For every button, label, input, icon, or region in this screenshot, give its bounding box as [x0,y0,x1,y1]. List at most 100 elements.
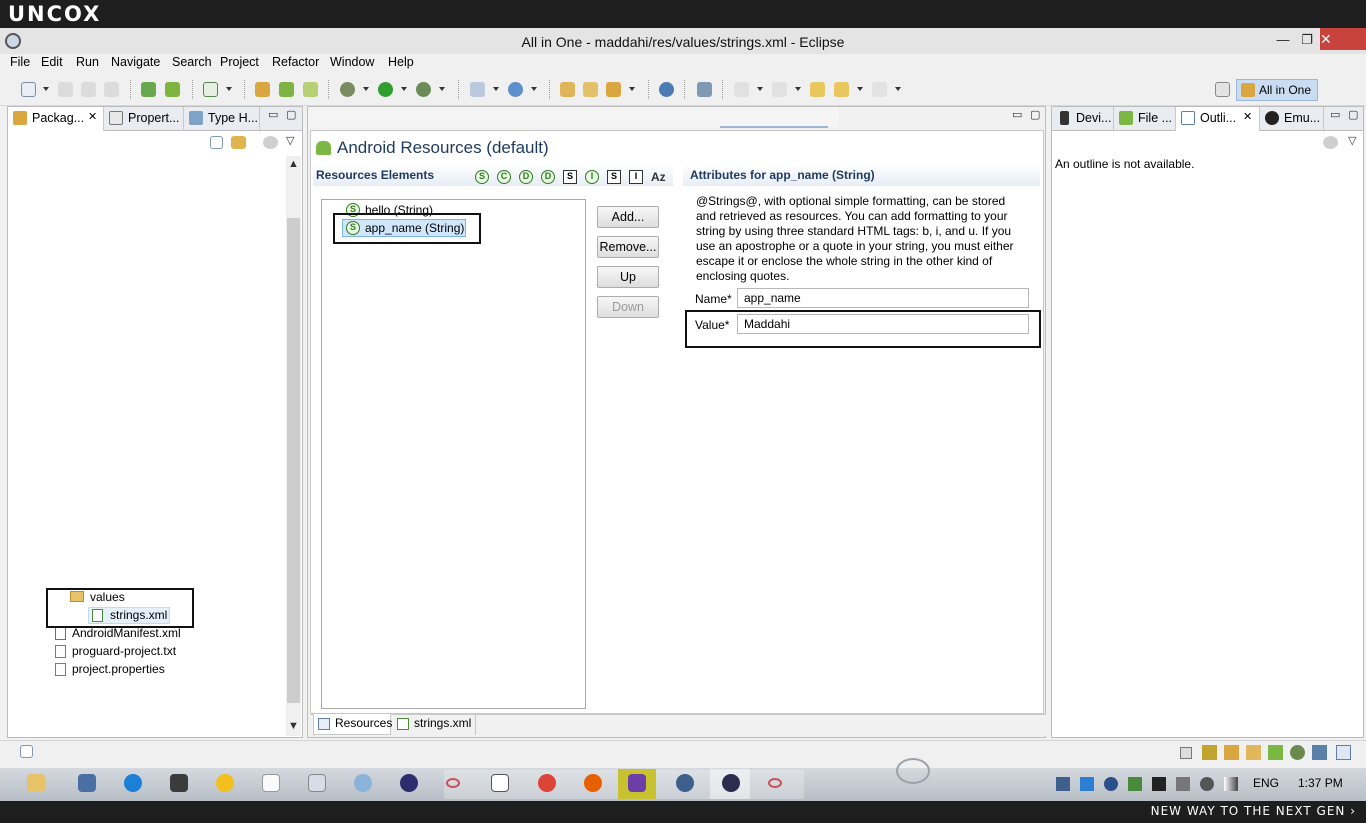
battery-icon[interactable] [1176,777,1190,791]
external-tools-icon[interactable] [416,82,431,97]
tab-properties[interactable]: Propert... [104,107,184,131]
new-android-xml-icon[interactable] [303,82,318,97]
tree-item-project-properties[interactable]: project.properties [72,662,165,676]
minimize-button[interactable]: — [1270,30,1296,50]
doc-icon[interactable] [491,774,509,792]
menu-search[interactable]: Search [172,55,212,69]
scroll-down-icon[interactable]: ▼ [288,720,299,732]
search-view-icon[interactable] [1246,745,1261,760]
virtualbox-icon[interactable] [78,774,96,792]
add-string-icon[interactable]: S [475,170,489,184]
signal-icon[interactable] [1224,777,1238,791]
app-icon[interactable] [354,774,372,792]
avd-manager-icon[interactable] [165,82,180,97]
dropdown-arrow-icon[interactable] [439,87,445,91]
dropdown-arrow-icon[interactable] [629,87,635,91]
heap-icon[interactable] [1336,745,1351,760]
maximize-view-icon[interactable]: ▢ [286,108,296,121]
menu-window[interactable]: Window [330,55,374,69]
flickr-icon[interactable] [446,778,460,788]
console-icon[interactable] [1202,745,1217,760]
media-icon[interactable] [170,774,188,792]
close-tab-icon[interactable]: ✕ [1243,110,1252,123]
collapse-all-icon[interactable] [210,136,223,149]
sort-icon[interactable]: Az [651,170,666,184]
maximize-button[interactable]: ❐ [1294,30,1320,50]
add-button[interactable]: Add... [597,206,659,228]
minimize-editor-icon[interactable]: ▭ [1012,108,1022,121]
tray-security-icon[interactable] [1152,777,1166,791]
tray-app-icon[interactable] [1128,777,1142,791]
firefox-icon[interactable] [584,774,602,792]
dropdown-arrow-icon[interactable] [363,87,369,91]
pin-editor-icon[interactable] [697,82,712,97]
link-with-editor-icon[interactable] [231,136,246,149]
language-indicator[interactable]: ENG [1253,776,1279,790]
view-menu-dots-icon[interactable] [263,136,278,149]
scroll-up-icon[interactable]: ▲ [288,158,299,170]
perspective-all-in-one[interactable]: All in One [1236,79,1318,101]
name-field[interactable]: app_name [737,288,1029,308]
tray-monitor-icon[interactable] [1056,777,1070,791]
tab-strings-xml[interactable]: strings.xml [392,714,476,735]
save-all-icon[interactable] [81,82,96,97]
menu-project[interactable]: Project [220,55,259,69]
menu-navigate[interactable]: Navigate [111,55,160,69]
ie-icon[interactable] [124,774,142,792]
tray-cloud-icon[interactable] [1080,777,1094,791]
dropdown-arrow-icon[interactable] [401,87,407,91]
view-menu-icon[interactable]: ▽ [286,134,294,147]
bluetooth-icon[interactable] [1104,777,1118,791]
checklist-icon[interactable] [203,82,218,97]
dropdown-arrow-icon[interactable] [531,87,537,91]
dropdown-arrow-icon[interactable] [795,87,801,91]
new-java-class-icon[interactable] [508,82,523,97]
tab-type-hierarchy[interactable]: Type H... [184,107,260,131]
maximize-view-icon[interactable]: ▢ [1348,108,1358,121]
add-string-array-icon[interactable]: S [607,170,621,184]
new-junit-icon[interactable] [279,82,294,97]
new-java-package-icon[interactable] [470,82,485,97]
tasks-icon[interactable] [1312,745,1327,760]
tab-emulator[interactable]: Emu... [1260,107,1324,131]
network-app-icon[interactable] [676,774,694,792]
remove-button[interactable]: Remove... [597,236,659,258]
new-android-project-icon[interactable] [255,82,270,97]
threads-icon[interactable] [1290,745,1305,760]
sdk-manager-icon[interactable] [141,82,156,97]
eclipse-running-icon[interactable] [722,774,740,792]
add-dimension-icon[interactable]: D [519,170,533,184]
previous-annotation-icon[interactable] [772,82,787,97]
down-button[interactable]: Down [597,296,659,318]
dropdown-arrow-icon[interactable] [43,87,49,91]
back-icon[interactable] [834,82,849,97]
minimize-view-icon[interactable]: ▭ [268,108,278,121]
run-icon[interactable] [378,82,393,97]
notepad-icon[interactable] [262,774,280,792]
add-style-icon[interactable]: S [563,170,577,184]
calculator-icon[interactable] [308,774,326,792]
open-task-icon[interactable] [583,82,598,97]
search-icon[interactable] [606,82,621,97]
menu-help[interactable]: Help [388,55,414,69]
fast-view-icon[interactable] [20,745,33,758]
logcat-icon[interactable] [1268,745,1283,760]
save-icon[interactable] [58,82,73,97]
close-tab-icon[interactable]: ✕ [88,110,97,123]
dropdown-arrow-icon[interactable] [857,87,863,91]
tab-package-explorer[interactable]: Packag... ✕ [8,107,104,131]
globe-icon[interactable] [659,82,674,97]
dropdown-arrow-icon[interactable] [895,87,901,91]
dropdown-arrow-icon[interactable] [493,87,499,91]
menu-run[interactable]: Run [76,55,99,69]
dropdown-arrow-icon[interactable] [757,87,763,91]
resources-list[interactable] [321,199,586,709]
restore-icon[interactable] [1180,747,1192,759]
add-integer-array-icon[interactable]: I [629,170,643,184]
next-annotation-icon[interactable] [734,82,749,97]
open-type-icon[interactable] [560,82,575,97]
scrollbar-thumb[interactable] [287,218,300,703]
view-menu-dots-icon[interactable] [1323,136,1338,149]
tab-file-explorer[interactable]: File ... [1114,107,1176,131]
add-integer-icon[interactable]: I [585,170,599,184]
